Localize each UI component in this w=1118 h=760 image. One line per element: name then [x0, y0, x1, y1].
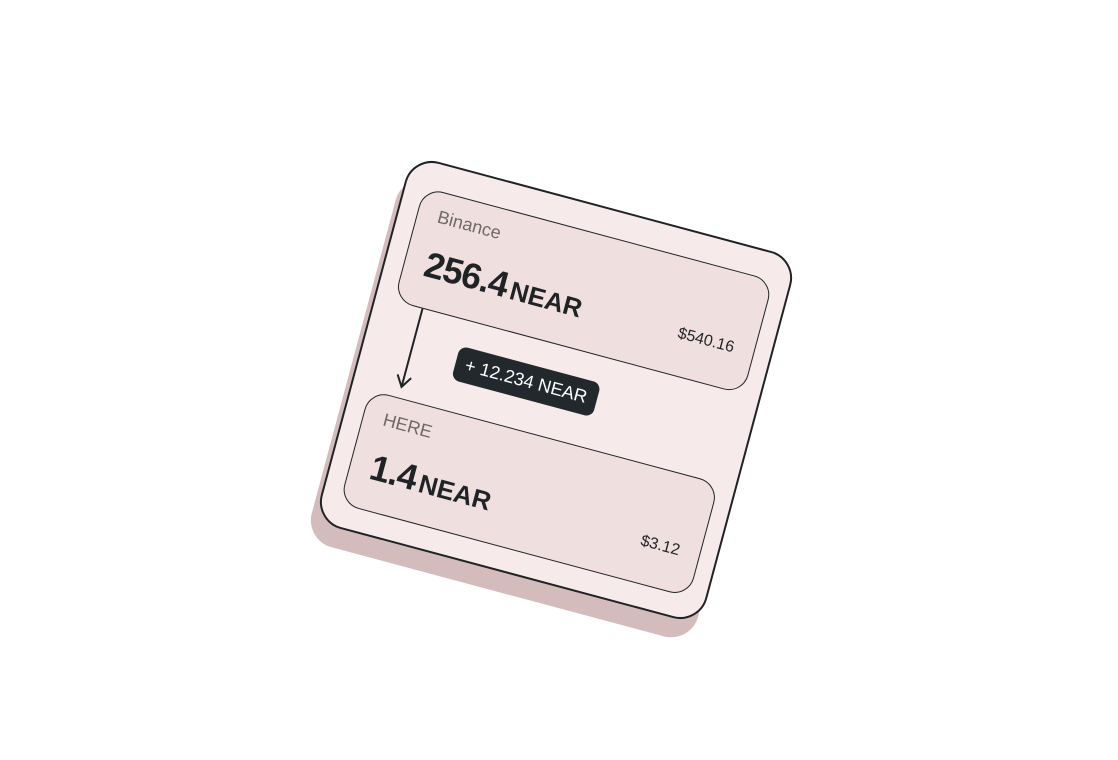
source-balance-unit: NEAR [506, 275, 586, 324]
destination-account-name: HERE [380, 409, 435, 442]
source-account-name: Binance [435, 206, 504, 244]
destination-balance-value: 1.4 [365, 446, 422, 499]
source-balance-value: 256.4 [420, 243, 513, 306]
destination-usd-value: $3.12 [638, 532, 682, 560]
destination-account-panel[interactable]: HERE 1.4NEAR $3.12 [339, 389, 720, 598]
transfer-amount-badge: + 12.234 NEAR [451, 345, 601, 418]
destination-balance-unit: NEAR [415, 468, 495, 517]
stage: Binance 256.4NEAR $540.16 + 12.234 NEAR … [0, 0, 1118, 760]
source-account-balance: 256.4NEAR [420, 244, 588, 327]
source-usd-value: $540.16 [675, 324, 737, 357]
destination-account-balance: 1.4NEAR [365, 446, 496, 519]
arrow-down-icon [396, 308, 424, 389]
source-account-panel[interactable]: Binance 256.4NEAR $540.16 [393, 186, 774, 395]
transfer-illustration: Binance 256.4NEAR $540.16 + 12.234 NEAR … [304, 154, 799, 644]
